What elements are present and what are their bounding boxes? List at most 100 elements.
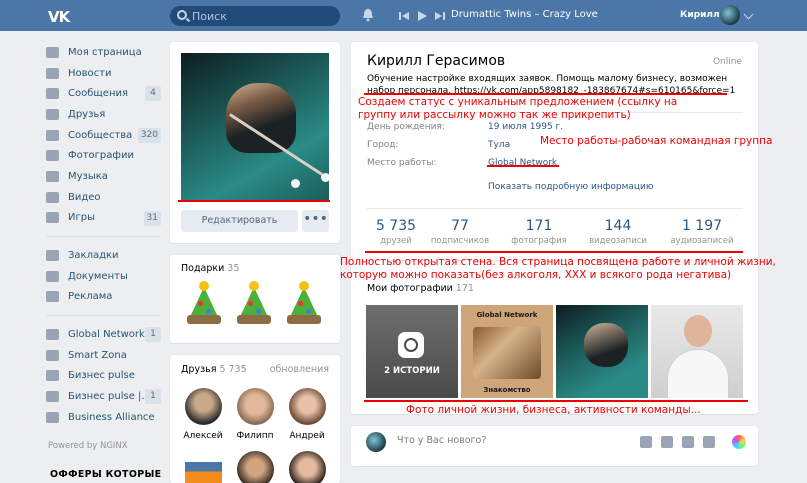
chevron-down-icon[interactable] (743, 9, 754, 20)
games-icon (46, 212, 59, 224)
counter-audio[interactable]: 1 197 аудиозаписей (657, 218, 747, 246)
menu-item-group[interactable]: Бизнес pulse (46, 366, 161, 387)
header-user-name[interactable]: Кирилл (680, 10, 720, 20)
text-format-icon[interactable] (703, 436, 715, 448)
search-box[interactable] (170, 6, 340, 26)
messages-icon (46, 88, 59, 100)
stories-icon (398, 332, 424, 358)
menu-item-ads[interactable]: Реклама (46, 287, 161, 308)
avatar (184, 451, 222, 483)
annotation-photos-note: Фото личной жизни, бизнеса, активности к… (406, 404, 701, 416)
menu-item-label: Сообщества (68, 129, 133, 141)
powered-by[interactable]: Powered by NGINX (48, 441, 128, 451)
annotation-underline (365, 251, 743, 253)
menu-item-friends[interactable]: Друзья (46, 104, 161, 125)
camera-icon[interactable] (640, 436, 652, 448)
gifts-card[interactable]: Подарки 35 (170, 255, 340, 343)
photos-header[interactable]: Мои фотографии 171 (367, 283, 474, 294)
profile-photo[interactable] (181, 53, 329, 201)
communities-icon (46, 129, 59, 141)
friend-item[interactable]: Алексей (178, 388, 228, 441)
top-bar: VK Drumattic Twins – Crazy Love Кирилл (0, 0, 807, 31)
music-note-icon[interactable] (682, 436, 694, 448)
menu-item-messages[interactable]: Сообщения 4 (46, 83, 161, 104)
current-track[interactable]: Drumattic Twins – Crazy Love (451, 9, 598, 20)
menu-item-label: Закладки (68, 250, 119, 262)
city-value[interactable]: Тула (488, 140, 510, 150)
group-icon (46, 349, 59, 361)
video-icon (46, 191, 59, 203)
menu-count-badge: 4 (145, 86, 161, 102)
menu-item-label: Реклама (68, 291, 113, 303)
counter-photos[interactable]: 171 фотография (494, 218, 584, 246)
photo-thumbnail[interactable] (651, 305, 743, 398)
profile-name: Кирилл Герасимов (367, 53, 506, 69)
photos-icon (46, 150, 59, 162)
ad-block-title[interactable]: ОФФЕРЫ КОТОРЫЕ (50, 469, 161, 480)
city-label: Город: (367, 140, 399, 150)
birthday-value[interactable]: 19 июля 1995 г. (488, 122, 563, 132)
stories-tile[interactable]: 2 ИСТОРИИ (366, 305, 458, 398)
annotation-wall-note: Полностью открытая стена. Вся страница п… (340, 256, 776, 281)
menu-count-badge: 1 (145, 389, 161, 405)
menu-item-communities[interactable]: Сообщества 320 (46, 125, 161, 146)
menu-item-video[interactable]: Видео (46, 187, 161, 208)
counter-followers[interactable]: 77 подписчиков (415, 218, 505, 246)
prev-track-icon[interactable] (398, 10, 410, 22)
photo-thumbnail[interactable]: Global Network Знакомство (461, 305, 553, 398)
menu-item-label: Бизнес pulse |.. (68, 391, 148, 403)
more-actions-button[interactable]: ••• (302, 210, 329, 232)
menu-item-documents[interactable]: Документы (46, 266, 161, 287)
menu-count-badge: 31 (143, 210, 161, 226)
menu-item-label: Музыка (68, 170, 108, 182)
avatar (288, 388, 326, 425)
left-menu: Моя страница Новости Сообщения 4 Друзья С… (46, 42, 161, 428)
menu-item-label: Друзья (68, 108, 106, 120)
new-post-input[interactable]: Что у Вас нового? (397, 435, 486, 446)
menu-item-label: Бизнес pulse (68, 370, 135, 382)
menu-item-bookmarks[interactable]: Закладки (46, 245, 161, 266)
menu-item-group[interactable]: Бизнес pulse |.. 1 (46, 386, 161, 407)
show-details-link[interactable]: Показать подробную информацию (488, 182, 653, 192)
avatar (236, 388, 274, 425)
menu-item-group[interactable]: Business Alliance (46, 407, 161, 428)
menu-item-music[interactable]: Музыка (46, 166, 161, 187)
friend-item[interactable] (178, 451, 228, 483)
video-icon[interactable] (661, 436, 673, 448)
annotation-underline (178, 200, 330, 202)
friends-updates-link[interactable]: обновления (270, 364, 329, 375)
bookmarks-icon (46, 250, 59, 262)
vk-logo[interactable]: VK (48, 8, 72, 26)
menu-item-group[interactable]: Smart Zona (46, 345, 161, 366)
edit-profile-button[interactable]: Редактировать (181, 210, 298, 232)
photo-thumbnail[interactable] (556, 305, 648, 398)
workplace-label: Место работы: (367, 158, 437, 168)
menu-item-group[interactable]: Global Network 1 (46, 324, 161, 345)
menu-item-games[interactable]: Игры 31 (46, 208, 161, 229)
next-track-icon[interactable] (434, 10, 446, 22)
annotation-underline (364, 93, 727, 95)
poster-icon[interactable] (732, 435, 746, 449)
menu-item-news[interactable]: Новости (46, 63, 161, 84)
header-avatar[interactable] (720, 5, 740, 25)
gifts-count: 35 (227, 263, 240, 274)
menu-item-my-page[interactable]: Моя страница (46, 42, 161, 63)
search-input[interactable] (192, 8, 332, 24)
stories-label: 2 ИСТОРИИ (384, 366, 440, 376)
friends-header[interactable]: Друзья 5 735 (181, 364, 247, 375)
counter-videos[interactable]: 144 видеозаписи (573, 218, 663, 246)
friend-item[interactable]: Андрей (282, 388, 332, 441)
menu-count-badge: 1 (145, 327, 161, 343)
menu-item-label: Сообщения (68, 88, 129, 100)
play-icon[interactable] (416, 10, 428, 22)
avatar (288, 451, 326, 483)
menu-item-photos[interactable]: Фотографии (46, 145, 161, 166)
avatar (236, 451, 274, 483)
photos-count: 171 (455, 283, 474, 294)
friend-item[interactable] (282, 451, 332, 483)
annotation-work-note: Место работы-рабочая командная группа (540, 135, 773, 147)
friend-item[interactable]: Филипп (230, 388, 280, 441)
friend-item[interactable] (230, 451, 280, 483)
menu-item-label: Видео (68, 191, 101, 203)
bell-icon[interactable] (362, 8, 374, 22)
